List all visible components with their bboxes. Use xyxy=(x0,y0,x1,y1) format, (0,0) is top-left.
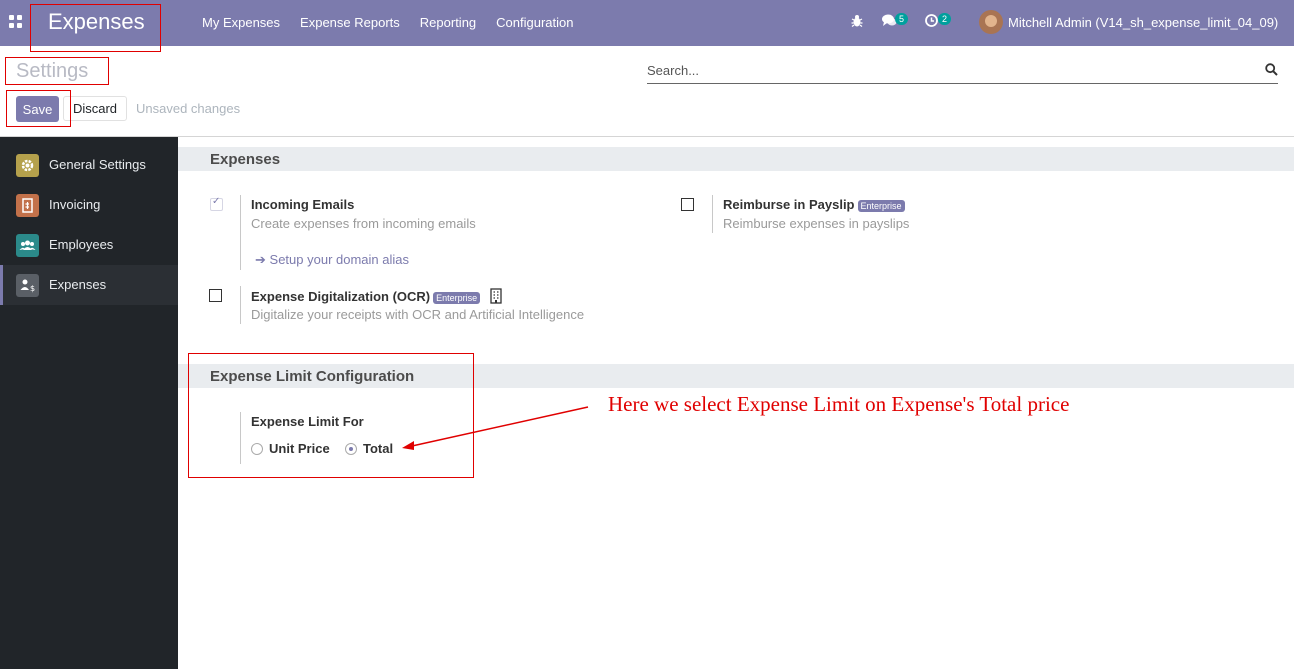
unit-price-label[interactable]: Unit Price xyxy=(269,441,330,456)
setting-divider xyxy=(240,412,241,464)
total-label[interactable]: Total xyxy=(363,441,393,456)
setup-domain-alias-link[interactable]: ➔ Setup your domain alias xyxy=(255,252,409,268)
page-title: Settings xyxy=(16,60,89,82)
building-icon xyxy=(490,288,502,307)
menu-expense-reports[interactable]: Expense Reports xyxy=(300,14,400,31)
menu-configuration[interactable]: Configuration xyxy=(496,14,573,31)
gear-icon xyxy=(16,154,39,177)
incoming-emails-description: Create expenses from incoming emails xyxy=(251,216,476,231)
bug-icon[interactable] xyxy=(851,14,863,32)
main-menu: My Expenses Expense Reports Reporting Co… xyxy=(202,14,593,31)
sidebar-item-label: General Settings xyxy=(49,157,146,172)
section-title: Expenses xyxy=(210,151,281,168)
setting-divider xyxy=(240,286,241,324)
section-title: Expense Limit Configuration xyxy=(210,368,415,385)
sidebar-item-label: Invoicing xyxy=(49,197,101,212)
reimburse-payslip-description: Reimburse expenses in payslips xyxy=(723,216,910,231)
sidebar-item-label: Expenses xyxy=(49,277,107,292)
reimburse-payslip-label: Reimburse in Payslip xyxy=(723,197,855,212)
users-icon xyxy=(16,234,39,257)
messages-count-badge: 5 xyxy=(895,13,909,25)
search-bar xyxy=(647,58,1278,84)
ocr-title: Expense Digitalization (OCR) Enterprise xyxy=(251,288,502,307)
reimburse-payslip-checkbox[interactable] xyxy=(681,198,694,211)
unit-price-radio[interactable] xyxy=(251,443,263,455)
chat-icon[interactable]: 5 xyxy=(882,13,909,32)
menu-reporting[interactable]: Reporting xyxy=(420,14,476,31)
expense-limit-for-label: Expense Limit For xyxy=(251,414,364,429)
link-label: Setup your domain alias xyxy=(269,252,410,267)
search-input[interactable] xyxy=(647,58,1247,82)
enterprise-badge: Enterprise xyxy=(857,199,905,212)
top-navbar: Expenses My Expenses Expense Reports Rep… xyxy=(0,0,1294,46)
menu-my-expenses[interactable]: My Expenses xyxy=(202,14,280,31)
sidebar-item-employees[interactable]: Employees xyxy=(0,225,178,265)
save-button[interactable]: Save xyxy=(16,96,59,122)
setting-divider xyxy=(240,195,241,270)
ocr-label: Expense Digitalization (OCR) xyxy=(251,288,431,304)
incoming-emails-title: Incoming Emails xyxy=(251,197,355,212)
expense-icon: $ xyxy=(16,274,39,297)
sidebar-item-expenses[interactable]: $ Expenses xyxy=(0,265,178,305)
reimburse-payslip-title: Reimburse in Payslip Enterprise xyxy=(723,197,905,212)
annotation-text: Here we select Expense Limit on Expense'… xyxy=(608,392,1070,416)
user-menu[interactable]: Mitchell Admin (V14_sh_expense_limit_04_… xyxy=(1008,15,1278,30)
settings-sidebar: General Settings Invoicing Employees $ E… xyxy=(0,137,178,669)
enterprise-badge: Enterprise xyxy=(433,291,481,304)
setting-divider xyxy=(712,195,713,233)
sidebar-item-label: Employees xyxy=(49,237,114,252)
arrow-right-icon: ➔ xyxy=(255,252,266,267)
ocr-description: Digitalize your receipts with OCR and Ar… xyxy=(251,307,585,322)
unsaved-status: Unsaved changes xyxy=(136,101,241,116)
svg-text:$: $ xyxy=(30,284,35,293)
section-heading-expense-limit: Expense Limit Configuration xyxy=(178,364,1294,388)
control-panel-divider xyxy=(0,136,1294,137)
search-icon[interactable] xyxy=(1265,63,1278,81)
total-radio[interactable] xyxy=(345,443,357,455)
activities-count-badge: 2 xyxy=(938,13,952,25)
sidebar-item-invoicing[interactable]: Invoicing xyxy=(0,185,178,225)
avatar[interactable] xyxy=(979,10,1003,34)
incoming-emails-checkbox[interactable] xyxy=(210,196,223,211)
app-title[interactable]: Expenses xyxy=(48,9,145,35)
ocr-checkbox[interactable] xyxy=(209,289,222,302)
discard-button[interactable]: Discard xyxy=(63,96,127,121)
clock-icon[interactable]: 2 xyxy=(925,13,952,32)
section-heading-expenses: Expenses xyxy=(178,147,1294,171)
sidebar-item-general-settings[interactable]: General Settings xyxy=(0,145,178,185)
invoice-icon xyxy=(16,194,39,217)
apps-icon[interactable] xyxy=(9,15,22,28)
